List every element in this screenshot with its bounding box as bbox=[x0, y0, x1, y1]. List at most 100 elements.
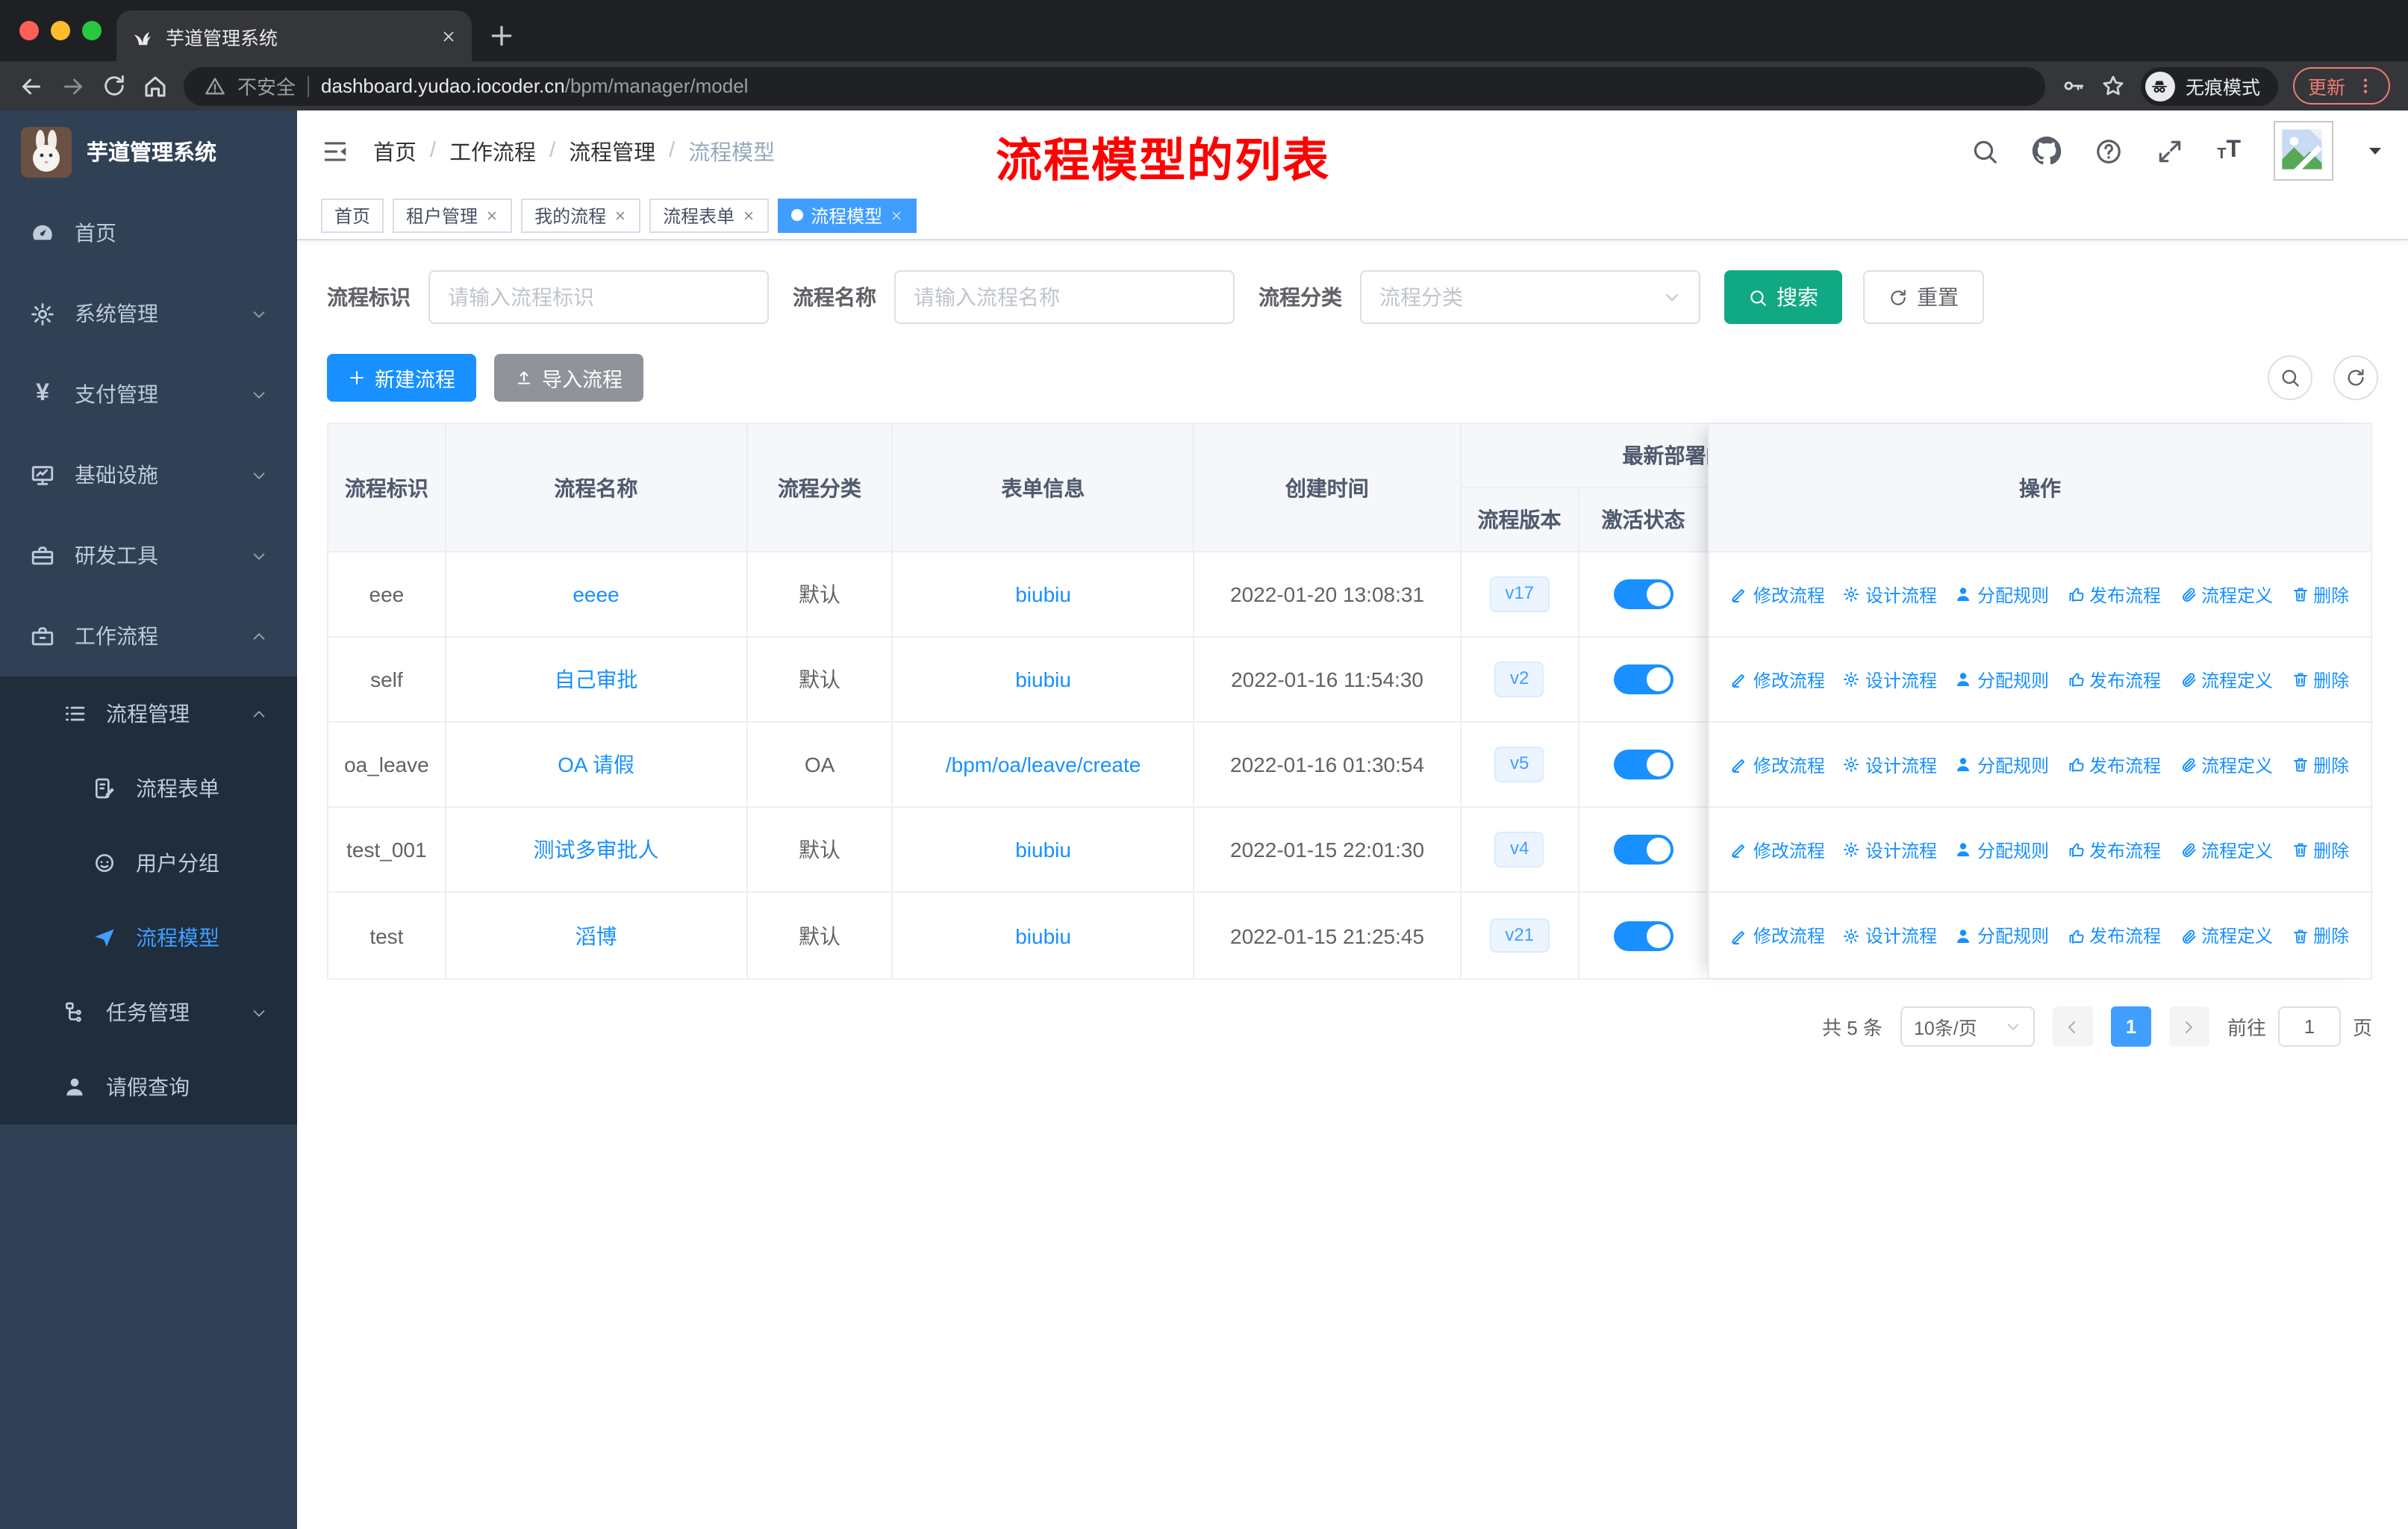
page-1-button[interactable]: 1 bbox=[2110, 1006, 2151, 1047]
app-logo-row[interactable]: 芋道管理系统 bbox=[0, 110, 297, 193]
avatar-caret-icon[interactable] bbox=[2366, 142, 2384, 160]
home-icon[interactable] bbox=[142, 72, 169, 99]
delete-process-link[interactable]: 删除 bbox=[2291, 667, 2349, 692]
reload-icon[interactable] bbox=[102, 73, 127, 99]
active-toggle[interactable] bbox=[1613, 835, 1674, 865]
process-name-link[interactable]: 测试多审批人 bbox=[533, 835, 658, 865]
minimize-window-button[interactable] bbox=[51, 21, 70, 40]
tag-process-form[interactable]: 流程表单 bbox=[649, 198, 770, 232]
process-definition-link[interactable]: 流程定义 bbox=[2179, 582, 2273, 607]
maximize-window-button[interactable] bbox=[82, 21, 102, 40]
create-process-button[interactable]: 新建流程 bbox=[327, 354, 476, 402]
reset-button[interactable]: 重置 bbox=[1863, 270, 1984, 324]
form-info-link[interactable]: /bpm/oa/leave/create bbox=[946, 753, 1141, 776]
tag-close-icon[interactable] bbox=[890, 208, 903, 222]
form-info-link[interactable]: biubiu bbox=[1015, 582, 1071, 606]
assign-rule-link[interactable]: 分配规则 bbox=[1955, 837, 2049, 862]
delete-process-link[interactable]: 删除 bbox=[2291, 837, 2349, 862]
browser-tab[interactable]: 芋道管理系统 bbox=[116, 10, 472, 61]
process-name-link[interactable]: 滔博 bbox=[575, 921, 617, 950]
assign-rule-link[interactable]: 分配规则 bbox=[1955, 582, 2049, 607]
search-button[interactable]: 搜索 bbox=[1724, 270, 1842, 324]
process-name-link[interactable]: 自己审批 bbox=[554, 664, 637, 694]
sidebar-item-devtools[interactable]: 研发工具 bbox=[0, 515, 297, 596]
collapse-sidebar-icon[interactable] bbox=[321, 137, 349, 165]
publish-process-link[interactable]: 发布流程 bbox=[2067, 923, 2161, 948]
sidebar-item-leave-query[interactable]: 请假查询 bbox=[0, 1050, 297, 1124]
active-toggle[interactable] bbox=[1613, 921, 1674, 950]
assign-rule-link[interactable]: 分配规则 bbox=[1955, 923, 2049, 948]
active-toggle[interactable] bbox=[1613, 664, 1674, 694]
assign-rule-link[interactable]: 分配规则 bbox=[1955, 752, 2049, 777]
tag-tenant[interactable]: 租户管理 bbox=[393, 198, 513, 232]
page-size-select[interactable]: 10条/页 bbox=[1900, 1006, 2035, 1047]
design-process-link[interactable]: 设计流程 bbox=[1843, 923, 1937, 948]
sidebar-item-home[interactable]: 首页 bbox=[0, 193, 297, 273]
process-name-link[interactable]: OA 请假 bbox=[558, 750, 634, 779]
browser-menu-icon[interactable] bbox=[2356, 76, 2375, 96]
process-key-input[interactable] bbox=[428, 270, 769, 324]
publish-process-link[interactable]: 发布流程 bbox=[2067, 667, 2161, 692]
sidebar-item-workflow[interactable]: 工作流程 bbox=[0, 596, 297, 676]
modify-process-link[interactable]: 修改流程 bbox=[1731, 667, 1825, 692]
import-process-button[interactable]: 导入流程 bbox=[494, 354, 643, 402]
breadcrumb-item[interactable]: 工作流程 bbox=[449, 135, 536, 166]
new-tab-button[interactable] bbox=[487, 21, 517, 51]
sidebar-item-process-model[interactable]: 流程模型 bbox=[0, 900, 297, 975]
design-process-link[interactable]: 设计流程 bbox=[1843, 667, 1937, 692]
category-select[interactable]: 流程分类 bbox=[1360, 270, 1700, 324]
prev-page-button[interactable] bbox=[2052, 1006, 2093, 1047]
modify-process-link[interactable]: 修改流程 bbox=[1731, 923, 1825, 948]
process-definition-link[interactable]: 流程定义 bbox=[2179, 837, 2273, 862]
forward-icon[interactable] bbox=[60, 72, 87, 99]
form-info-link[interactable]: biubiu bbox=[1015, 838, 1071, 862]
address-bar[interactable]: 不安全 dashboard.yudao.iocoder.cn/bpm/manag… bbox=[184, 66, 2045, 105]
design-process-link[interactable]: 设计流程 bbox=[1843, 837, 1937, 862]
sidebar-item-system[interactable]: 系统管理 bbox=[0, 273, 297, 354]
breadcrumb-item[interactable]: 首页 bbox=[373, 135, 417, 166]
window-controls[interactable] bbox=[19, 21, 102, 40]
sidebar-item-process-mgmt[interactable]: 流程管理 bbox=[0, 676, 297, 751]
sidebar-item-process-form[interactable]: 流程表单 bbox=[0, 751, 297, 826]
modify-process-link[interactable]: 修改流程 bbox=[1731, 582, 1825, 607]
browser-update-button[interactable]: 更新 bbox=[2292, 67, 2390, 105]
sidebar-item-user-group[interactable]: 用户分组 bbox=[0, 826, 297, 900]
tag-process-model-active[interactable]: 流程模型 bbox=[778, 198, 917, 232]
active-toggle[interactable] bbox=[1613, 750, 1674, 779]
tag-close-icon[interactable] bbox=[742, 208, 755, 222]
goto-page-input[interactable] bbox=[2277, 1006, 2341, 1047]
help-icon[interactable] bbox=[2094, 137, 2123, 165]
process-definition-link[interactable]: 流程定义 bbox=[2179, 923, 2273, 948]
modify-process-link[interactable]: 修改流程 bbox=[1731, 752, 1825, 777]
active-toggle[interactable] bbox=[1613, 579, 1674, 609]
github-icon[interactable] bbox=[2032, 136, 2062, 166]
process-definition-link[interactable]: 流程定义 bbox=[2179, 752, 2273, 777]
delete-process-link[interactable]: 删除 bbox=[2291, 752, 2349, 777]
refresh-table-button[interactable] bbox=[2333, 355, 2378, 400]
form-info-link[interactable]: biubiu bbox=[1015, 667, 1071, 691]
process-name-input[interactable] bbox=[894, 270, 1235, 324]
publish-process-link[interactable]: 发布流程 bbox=[2067, 837, 2161, 862]
font-size-icon[interactable]: TT bbox=[2217, 138, 2241, 163]
publish-process-link[interactable]: 发布流程 bbox=[2067, 582, 2161, 607]
assign-rule-link[interactable]: 分配规则 bbox=[1955, 667, 2049, 692]
tag-close-icon[interactable] bbox=[614, 208, 627, 222]
sidebar-item-task-mgmt[interactable]: 任务管理 bbox=[0, 975, 297, 1050]
tab-close-icon[interactable] bbox=[440, 28, 457, 44]
header-search-icon[interactable] bbox=[1971, 137, 1999, 165]
back-icon[interactable] bbox=[18, 72, 45, 99]
design-process-link[interactable]: 设计流程 bbox=[1843, 752, 1937, 777]
bookmark-star-icon[interactable] bbox=[2100, 73, 2126, 99]
sidebar-item-infra[interactable]: 基础设施 bbox=[0, 435, 297, 515]
next-page-button[interactable] bbox=[2168, 1006, 2209, 1047]
form-info-link[interactable]: biubiu bbox=[1015, 924, 1071, 947]
delete-process-link[interactable]: 删除 bbox=[2291, 923, 2349, 948]
close-window-button[interactable] bbox=[19, 21, 39, 40]
process-name-link[interactable]: eeee bbox=[573, 582, 619, 606]
tag-close-icon[interactable] bbox=[485, 208, 499, 222]
show-search-toggle-button[interactable] bbox=[2268, 355, 2312, 400]
key-icon[interactable] bbox=[2060, 73, 2086, 99]
modify-process-link[interactable]: 修改流程 bbox=[1731, 837, 1825, 862]
process-definition-link[interactable]: 流程定义 bbox=[2179, 667, 2273, 692]
breadcrumb-item[interactable]: 流程管理 bbox=[569, 135, 655, 166]
